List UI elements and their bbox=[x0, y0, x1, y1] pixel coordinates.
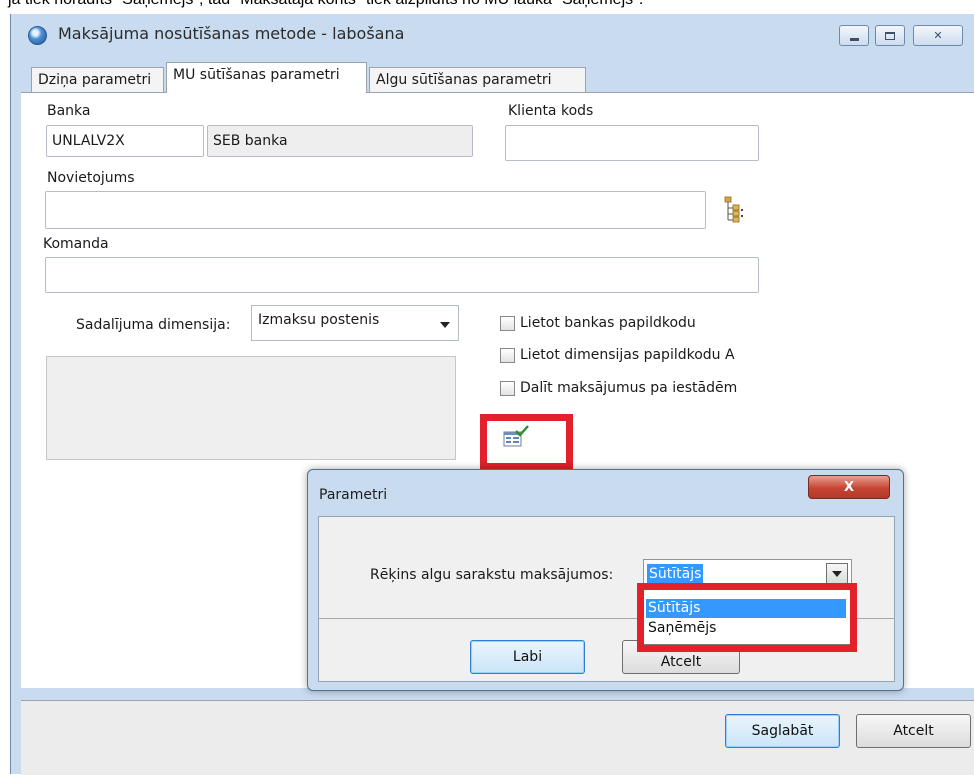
dialog-close-button[interactable]: X bbox=[808, 475, 890, 499]
close-icon: X bbox=[843, 479, 855, 495]
highlight-frame bbox=[637, 583, 857, 652]
location-label: Novietojums bbox=[47, 170, 135, 186]
checkbox-bank-extra-code[interactable]: Lietot bankas papildkodu bbox=[500, 315, 696, 331]
close-icon: ✕ bbox=[933, 29, 943, 42]
checkbox-label: Lietot bankas papildkodu bbox=[520, 315, 696, 331]
checkbox-split-by-institution[interactable]: Dalīt maksājumus pa iestādēm bbox=[500, 380, 737, 396]
checkbox-label: Dalīt maksājumus pa iestādēm bbox=[520, 380, 738, 396]
bank-code-field[interactable]: UNLALV2X bbox=[46, 125, 204, 157]
window-title: Maksājuma nosūtīšanas metode - labošana bbox=[58, 24, 405, 43]
cancel-button[interactable]: Atcelt bbox=[856, 714, 971, 748]
checkbox-box[interactable] bbox=[500, 347, 515, 363]
chevron-down-icon bbox=[440, 322, 450, 328]
dialog-title: Parametri bbox=[319, 487, 388, 503]
preview-panel bbox=[46, 356, 456, 460]
dropdown-toggle[interactable] bbox=[826, 563, 848, 585]
account-select-value: Sūtītājs bbox=[647, 564, 704, 584]
command-input[interactable] bbox=[45, 257, 759, 293]
dimension-select-value: Izmaksu postenis bbox=[258, 312, 380, 328]
document-text-fragment: ja tiek norādīts "Saņēmējs", tad "Maksāt… bbox=[8, 0, 643, 9]
client-code-label: Klienta kods bbox=[508, 103, 594, 119]
location-input[interactable] bbox=[45, 191, 706, 229]
title-bar[interactable]: Maksājuma nosūtīšanas metode - labošana … bbox=[11, 14, 974, 58]
tab-algu-sutisanas-parametri[interactable]: Algu sūtīšanas parametri bbox=[369, 67, 586, 93]
dimension-label: Sadalījuma dimensija: bbox=[76, 317, 231, 333]
save-button[interactable]: Saglabāt bbox=[725, 714, 840, 748]
checkbox-box[interactable] bbox=[500, 380, 515, 396]
minimize-icon bbox=[849, 37, 859, 41]
tree-browse-icon[interactable] bbox=[722, 194, 746, 224]
maximize-button[interactable] bbox=[875, 25, 905, 46]
app-globe-icon bbox=[28, 26, 47, 45]
checkbox-dimension-extra-code[interactable]: Lietot dimensijas papildkodu A bbox=[500, 347, 735, 363]
maximize-icon bbox=[885, 31, 895, 40]
tab-mu-sutisanas-parametri[interactable]: MU sūtīšanas parametri bbox=[166, 62, 367, 93]
window-close-button[interactable]: ✕ bbox=[913, 25, 963, 46]
account-label: Rēķins algu sarakstu maksājumos: bbox=[370, 567, 614, 583]
parameters-icon[interactable] bbox=[502, 425, 530, 449]
bank-name-field: SEB banka bbox=[207, 125, 473, 157]
dimension-select[interactable]: Izmaksu postenis bbox=[251, 305, 459, 341]
checkbox-box[interactable] bbox=[500, 315, 515, 331]
client-code-input[interactable] bbox=[505, 125, 759, 161]
checkbox-label: Lietot dimensijas papildkodu A bbox=[520, 347, 735, 363]
ok-button[interactable]: Labi bbox=[470, 640, 585, 674]
command-label: Komanda bbox=[43, 236, 109, 252]
chevron-down-icon bbox=[832, 571, 842, 577]
tab-dzina-parametri[interactable]: Dziņa parametri bbox=[31, 67, 164, 93]
minimize-button[interactable] bbox=[839, 25, 869, 46]
bank-label: Banka bbox=[47, 103, 91, 119]
